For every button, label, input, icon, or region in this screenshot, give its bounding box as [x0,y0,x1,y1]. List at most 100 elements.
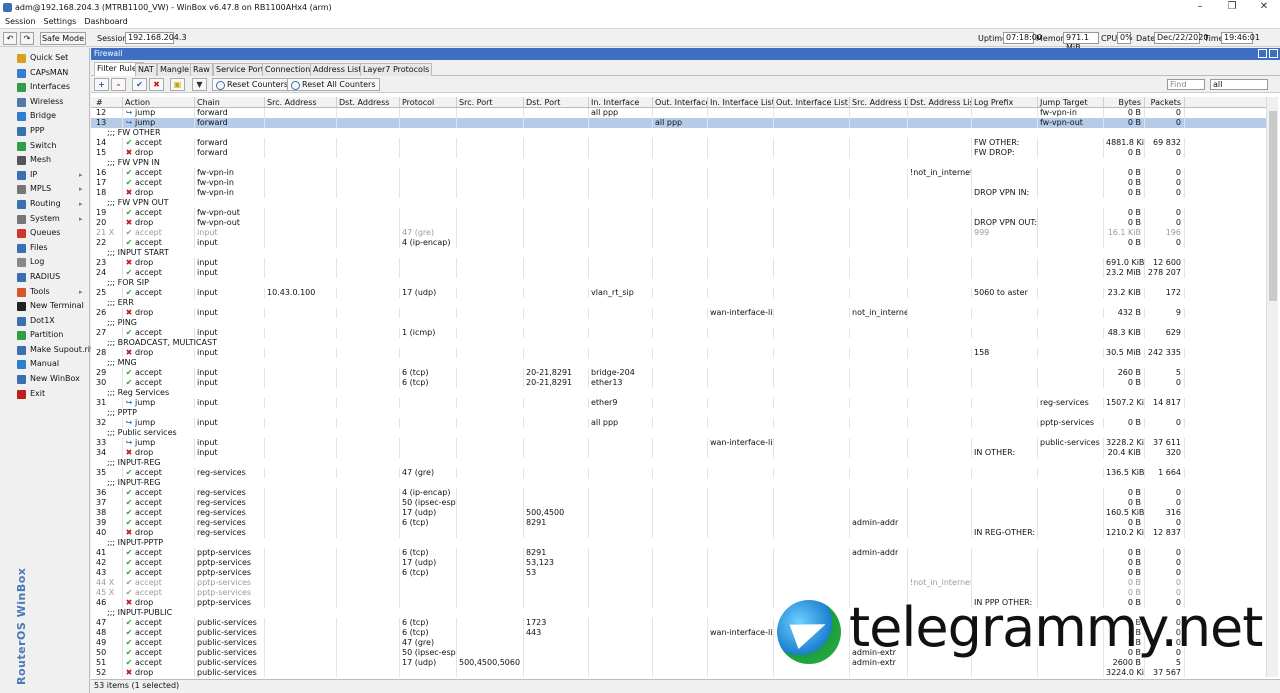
sidebar-item-mpls[interactable]: MPLS ▸ [0,182,89,197]
table-row[interactable]: 23 ✖ drop input 691.0 KiB 12 600 [91,258,1266,268]
sidebar-item-radius[interactable]: RADIUS [0,270,89,285]
table-row[interactable]: 39 ✔ accept reg-services 6 (tcp) 8291 admin-ad… [91,518,1266,528]
menu-session[interactable]: Session [0,15,39,26]
table-row[interactable]: 41 ✔ accept pptp-services 6 (tcp) 8291 admin-a… [91,548,1266,558]
sidebar-item-ip[interactable]: IP ▸ [0,168,89,183]
sidebar-item-interfaces[interactable]: Interfaces [0,80,89,95]
tab-nat[interactable]: NAT [135,63,157,76]
sidebar-item-exit[interactable]: Exit [0,387,89,402]
sidebar-item-mesh[interactable]: Mesh [0,153,89,168]
sidebar-item-wireless[interactable]: Wireless [0,95,89,110]
comment-row[interactable]: ;;; FW VPN IN [91,158,1266,168]
column-header[interactable]: In. Interface [589,97,653,107]
table-row[interactable]: 27 ✔ accept input 1 (icmp) 48.3 KiB 629 [91,328,1266,338]
sidebar-item-log[interactable]: Log [0,255,89,270]
table-row[interactable]: 19 ✔ accept fw-vpn-out 0 B0 [91,208,1266,218]
tab-layer7-protocols[interactable]: Layer7 Protocols [360,63,433,76]
comment-row[interactable]: ;;; INPUT-PPTP [91,538,1266,548]
table-row[interactable]: 14✔acceptforwardFW OTHER:4881.8 KiB69 83… [91,138,1266,148]
table-row[interactable]: 35 ✔ accept reg-services 47 (gre) 136.5 KiB 1 … [91,468,1266,478]
sidebar-item-quick-set[interactable]: Quick Set [0,51,89,66]
table-row[interactable]: 12 ↪ jump forward all ppp fw-vpn-in 0 B0 [91,108,1266,118]
table-row[interactable]: 31↪jumpinputether9reg-services1507.2 KiB… [91,398,1266,408]
table-row[interactable]: 25 ✔ accept input 10.43.0.100 17 (udp) vlan_rt… [91,288,1266,298]
table-row[interactable]: 32 ↪ jump input all ppp pptp-services 0 B0 [91,418,1266,428]
window-close-icon[interactable] [1269,49,1278,58]
comment-row[interactable]: ;;; INPUT-REG [91,458,1266,468]
sidebar-item-files[interactable]: Files [0,241,89,256]
column-header[interactable]: Action [123,97,195,107]
sidebar-item-system[interactable]: System ▸ [0,212,89,227]
sidebar-item-tools[interactable]: Tools ▸ [0,285,89,300]
redo-icon[interactable]: ↷ [20,32,34,45]
sidebar-item-switch[interactable]: Switch [0,139,89,154]
comment-row[interactable]: ;;; Public services [91,428,1266,438]
table-row[interactable]: 18 ✖ drop fw-vpn-in DROP VPN IN: 0 B0 [91,188,1266,198]
filter-icon[interactable]: ▼ [192,78,207,91]
comment-row[interactable]: ;;; PING [91,318,1266,328]
column-header[interactable]: Dst. Address [337,97,400,107]
scroll-thumb[interactable] [1269,111,1277,301]
table-row[interactable]: 24 ✔ accept input 23.2 MiB 278 207 [91,268,1266,278]
column-header[interactable]: # [94,97,123,107]
window-restore-icon[interactable] [1258,49,1267,58]
comment-row[interactable]: ;;; INPUT START [91,248,1266,258]
column-header[interactable]: Src. Address List [850,97,908,107]
column-header[interactable]: Out. Interface List [774,97,850,107]
sidebar-item-queues[interactable]: Queues [0,226,89,241]
sidebar-item-ppp[interactable]: PPP [0,124,89,139]
sidebar-item-new-terminal[interactable]: New Terminal [0,299,89,314]
table-row[interactable]: 33 ↪ jump input wan-interface-list public-ser… [91,438,1266,448]
sidebar-item-manual[interactable]: Manual [0,357,89,372]
table-row[interactable]: 17 ✔ accept fw-vpn-in 0 B0 [91,178,1266,188]
table-row[interactable]: 29 ✔ accept input 6 (tcp) 20-21,8291 bridge-20… [91,368,1266,378]
table-row[interactable]: 52✖droppublic-services3224.0 KiB37 567 [91,668,1266,677]
remove-icon[interactable]: – [111,78,126,91]
comment-row[interactable]: ;;; INPUT-REG [91,478,1266,488]
maximize-button[interactable]: ❐ [1216,0,1248,15]
column-header[interactable]: In. Interface List [708,97,774,107]
filter-select[interactable]: all [1210,79,1268,90]
sidebar-item-capsman[interactable]: CAPsMAN [0,66,89,81]
column-header[interactable]: Packets [1145,97,1185,107]
enable-icon[interactable]: ✔ [132,78,147,91]
sidebar-item-dot1x[interactable]: Dot1X [0,314,89,329]
menu-dashboard[interactable]: Dashboard [79,15,130,26]
column-header[interactable]: Dst. Port [524,97,589,107]
comment-row[interactable]: ;;; FOR SIP [91,278,1266,288]
tab-raw[interactable]: Raw [190,63,213,76]
table-row[interactable]: 20 ✖ drop fw-vpn-out DROP VPN OUT: 0 B0 [91,218,1266,228]
comment-row[interactable]: ;;; MNG [91,358,1266,368]
table-row[interactable]: 44 X ✔ accept pptp-services !not_in_internet… [91,578,1266,588]
close-button[interactable]: ✕ [1248,0,1280,15]
comment-icon[interactable]: ▣ [170,78,185,91]
minimize-button[interactable]: – [1184,0,1216,15]
sidebar-item-make-supout-rif[interactable]: Make Supout.rif [0,343,93,358]
column-header[interactable]: Out. Interface [653,97,708,107]
column-header[interactable]: Dst. Address List [908,97,972,107]
table-row[interactable]: 22 ✔ accept input 4 (ip-encap) 0 B0 [91,238,1266,248]
vertical-scrollbar[interactable] [1266,97,1278,677]
table-row[interactable]: 37 ✔ accept reg-services 50 (ipsec-esp) 0 B0 [91,498,1266,508]
table-row[interactable]: 36 ✔ accept reg-services 4 (ip-encap) 0 B0 [91,488,1266,498]
column-header[interactable]: Src. Port [457,97,524,107]
table-row[interactable]: 43 ✔ accept pptp-services 6 (tcp) 53 0 B0 [91,568,1266,578]
find-input[interactable]: Find [1167,79,1205,90]
column-header[interactable]: Protocol [400,97,457,107]
comment-row[interactable]: ;;; FW OTHER [91,128,1266,138]
column-header[interactable]: Bytes [1104,97,1145,107]
reset-counters-button[interactable]: Reset Counters [212,78,293,91]
comment-row[interactable]: ;;; BROADCAST, MULTICAST [91,338,1266,348]
table-row[interactable]: 34 ✖ drop input IN OTHER: 20.4 KiB 320 [91,448,1266,458]
table-row[interactable]: 38 ✔ accept reg-services 17 (udp) 500,4500 160… [91,508,1266,518]
table-row[interactable]: 15 ✖ drop forward FW DROP: 0 B0 [91,148,1266,158]
column-header[interactable]: Chain [195,97,265,107]
table-row[interactable]: 13 ↪ jump forward all ppp fw-vpn-out 0 B0 [91,118,1266,128]
comment-row[interactable]: ;;; ERR [91,298,1266,308]
sidebar-item-new-winbox[interactable]: New WinBox [0,372,89,387]
column-header[interactable]: Jump Target [1038,97,1104,107]
table-row[interactable]: 42 ✔ accept pptp-services 17 (udp) 53,123 0 B0 [91,558,1266,568]
table-row[interactable]: 28 ✖ drop input 158 30.5 MiB 242 335 [91,348,1266,358]
column-header[interactable]: Log Prefix [972,97,1038,107]
column-header[interactable]: Src. Address [265,97,337,107]
